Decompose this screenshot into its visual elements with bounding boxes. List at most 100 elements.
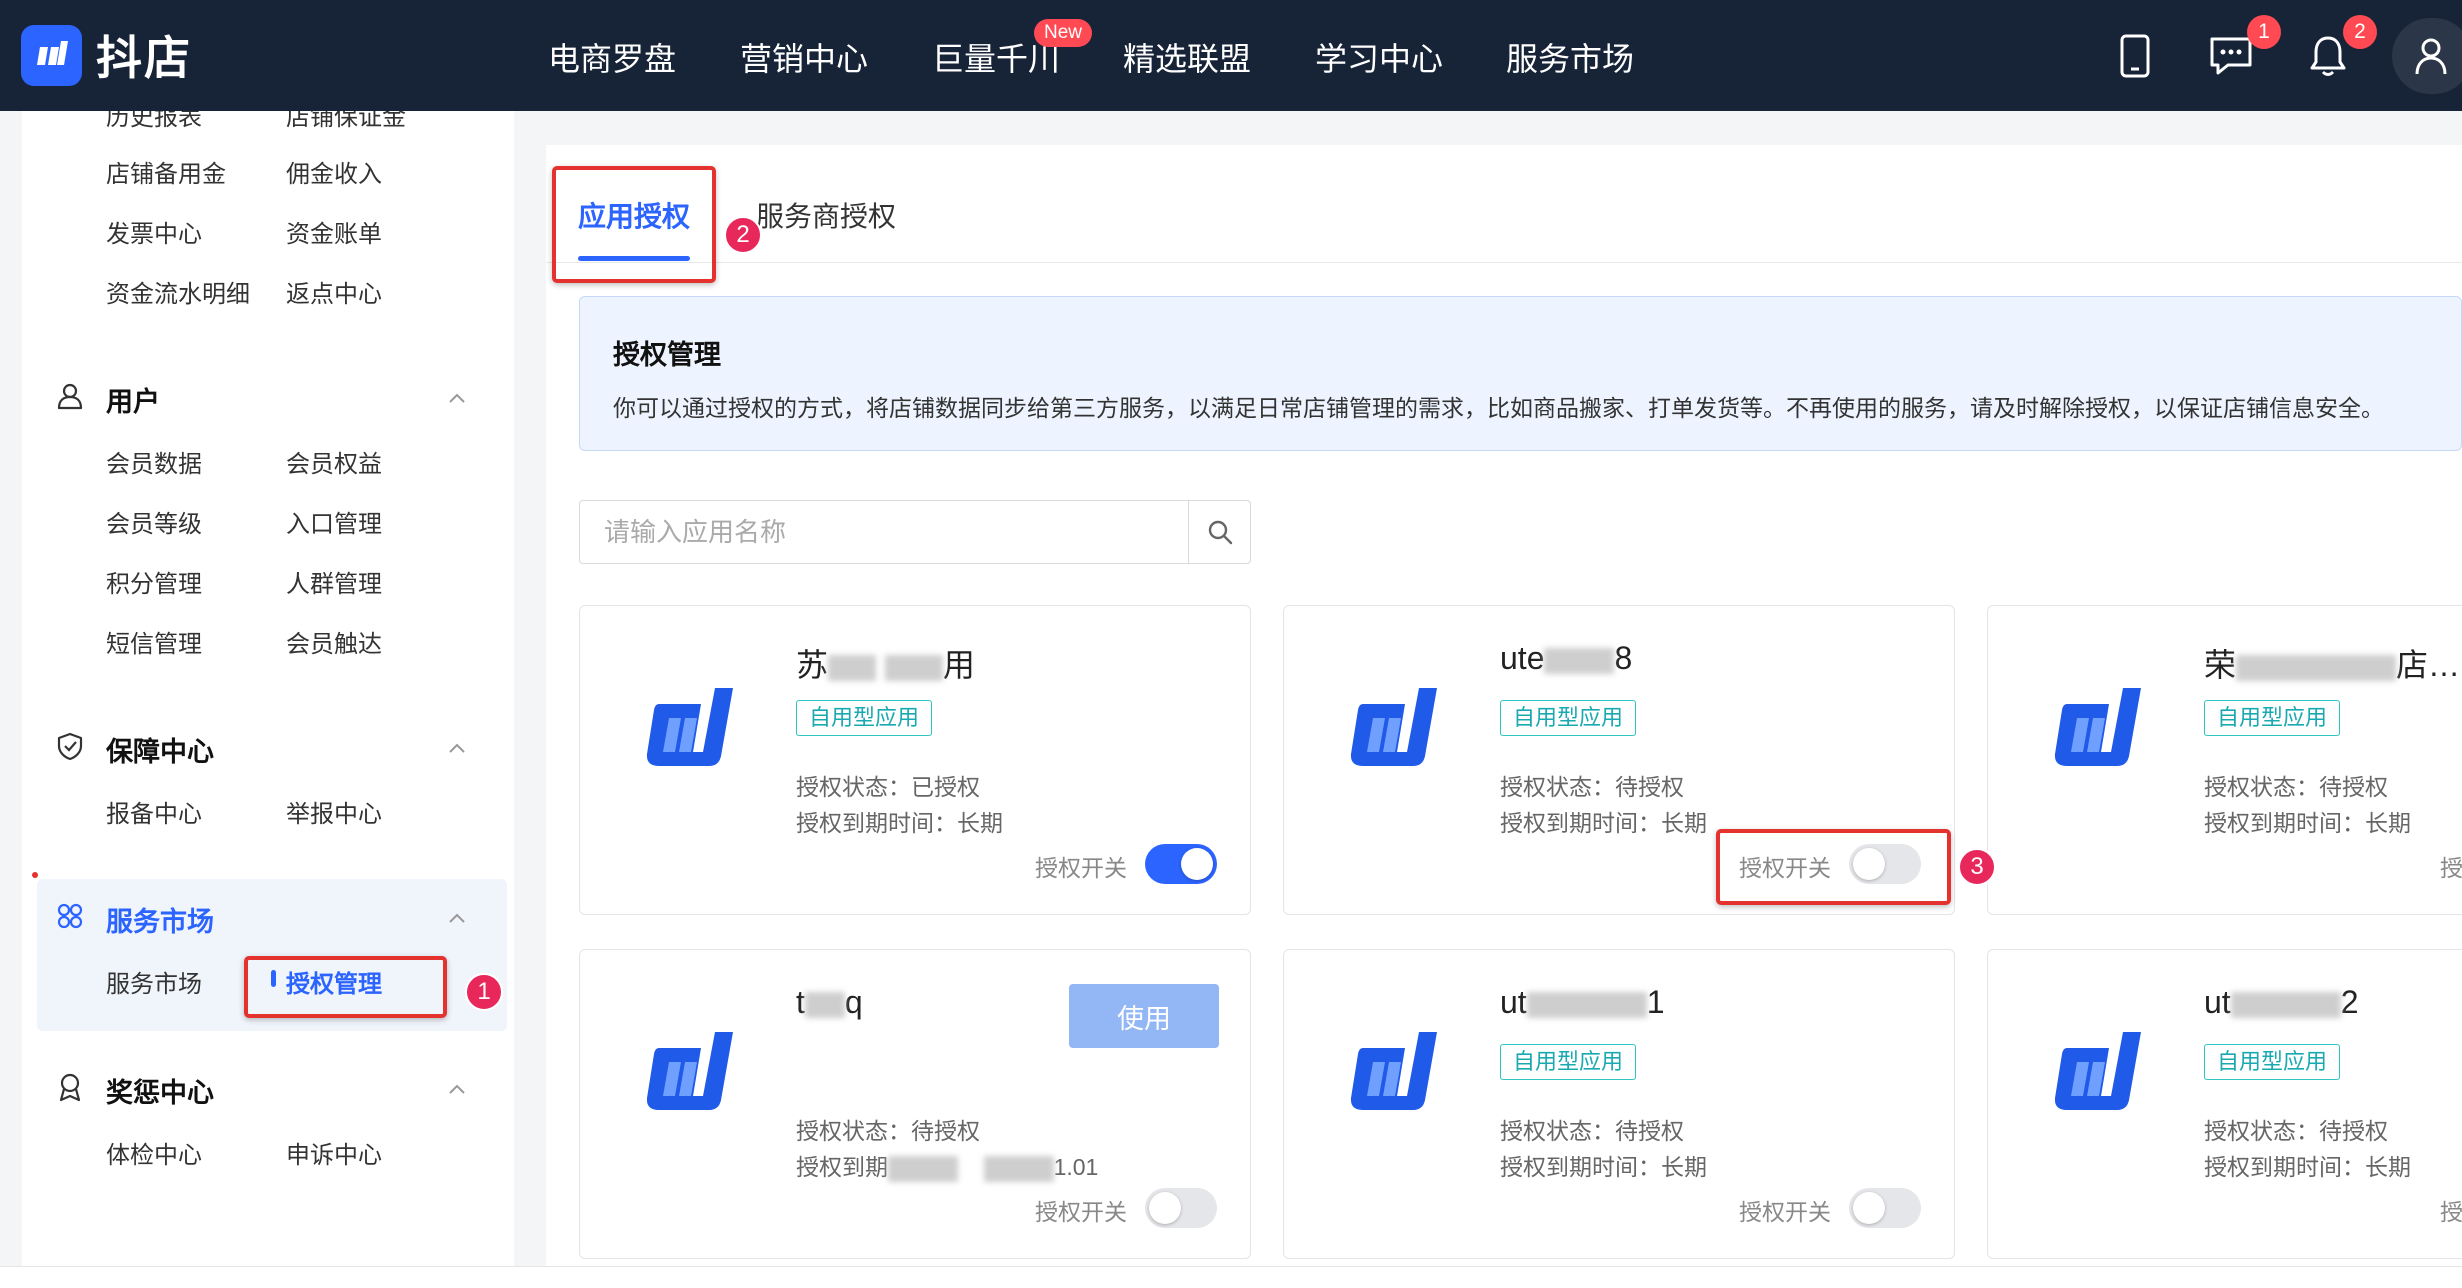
new-badge: New xyxy=(1034,19,1093,47)
sidebar-item-commission-income[interactable]: 佣金收入 xyxy=(286,154,382,189)
app-card: ut 1 自用型应用 授权状态：待授权 授权到期时间：长期 授权开关 xyxy=(1283,949,1955,1259)
chevron-up-icon[interactable] xyxy=(447,912,467,924)
auth-switch-label: 授权开关 xyxy=(1035,1199,1127,1225)
auth-switch-label: 授权开关 xyxy=(1739,1199,1831,1225)
app-name: ut 1 xyxy=(1500,984,1665,1020)
annotation-number-1: 1 xyxy=(465,973,503,1011)
nav-ecommerce-compass[interactable]: 电商罗盘 xyxy=(548,34,676,80)
app-card: 苏 用 自用型应用 授权状态：已授权 授权到期时间：长期 授权开关 xyxy=(579,605,1251,915)
toggle-knob xyxy=(1853,1192,1885,1224)
tab-provider-authorization[interactable]: 服务商授权 xyxy=(756,195,896,235)
nav-learning-center[interactable]: 学习中心 xyxy=(1315,34,1443,80)
user-icon xyxy=(2415,38,2447,75)
nav-selected-alliance[interactable]: 精选联盟 xyxy=(1123,34,1251,80)
top-navbar: 抖店 电商罗盘 营销中心 巨量千川 New 精选联盟 学习中心 服务市场 1 2 xyxy=(0,0,2462,111)
app-root: 抖店 电商罗盘 营销中心 巨量千川 New 精选联盟 学习中心 服务市场 1 2… xyxy=(0,0,2462,1288)
auth-toggle[interactable] xyxy=(1145,1188,1217,1228)
app-name: 苏 用 xyxy=(796,647,975,683)
tabs-divider xyxy=(546,262,2462,263)
auth-status: 授权状态：待授权 xyxy=(796,1118,980,1144)
sidebar-section-service-market[interactable]: 服务市场 xyxy=(106,900,214,939)
app-card: ut 2 自用型应用 授权状态：待授权 授权到期时间：长期 授 xyxy=(1987,949,2462,1259)
toggle-knob xyxy=(1181,848,1213,880)
app-logo-icon xyxy=(1350,1032,1437,1110)
sidebar-item-member-rights[interactable]: 会员权益 xyxy=(286,444,382,479)
app-name: 荣店… xyxy=(2204,647,2461,683)
annotation-box-1 xyxy=(244,956,447,1018)
app-logo-icon xyxy=(645,688,733,766)
user-avatar[interactable] xyxy=(2392,18,2462,94)
annotation-number-3: 3 xyxy=(1958,848,1996,886)
chevron-up-icon[interactable] xyxy=(447,392,467,404)
sidebar-section-reward-penalty[interactable]: 奖惩中心 xyxy=(106,1071,214,1110)
chevron-up-icon[interactable] xyxy=(447,742,467,754)
search-button[interactable] xyxy=(1188,501,1250,563)
auth-toggle[interactable] xyxy=(1145,844,1217,884)
sidebar-item-reserve-fund[interactable]: 店铺备用金 xyxy=(106,154,226,189)
sidebar-item-filing-center[interactable]: 报备中心 xyxy=(106,794,202,829)
info-notice: 授权管理 你可以通过授权的方式，将店铺数据同步给第三方服务，以满足日常店铺管理的… xyxy=(579,296,2462,451)
app-name: ute 8 xyxy=(1500,640,1633,676)
sidebar-item-crowd-management[interactable]: 人群管理 xyxy=(286,564,382,599)
app-type-tag: 自用型应用 xyxy=(1500,1044,1637,1080)
auth-switch-label: 授权开关 xyxy=(1035,855,1127,881)
app-type-tag: 自用型应用 xyxy=(2204,1044,2341,1080)
auth-status: 授权状态：已授权 xyxy=(796,774,980,800)
auth-status: 授权状态：待授权 xyxy=(2204,774,2388,800)
sidebar-item-invoice-center[interactable]: 发票中心 xyxy=(106,214,202,249)
search-input[interactable] xyxy=(580,501,1190,563)
app-type-tag: 自用型应用 xyxy=(2204,700,2341,736)
sidebar-item-rebate-center[interactable]: 返点中心 xyxy=(286,274,382,309)
sidebar-item-points-management[interactable]: 积分管理 xyxy=(106,564,202,599)
sidebar-item-entry-management[interactable]: 入口管理 xyxy=(286,504,382,539)
shield-icon xyxy=(57,732,83,761)
auth-status: 授权状态：待授权 xyxy=(1500,774,1684,800)
sidebar-item-store-deposit[interactable]: 店铺保证金 xyxy=(286,111,406,132)
toggle-knob xyxy=(1149,1192,1181,1224)
sidebar-item-report-center[interactable]: 举报中心 xyxy=(286,794,382,829)
sidebar-item-health-check[interactable]: 体检中心 xyxy=(106,1135,202,1170)
sidebar-item-member-data[interactable]: 会员数据 xyxy=(106,444,202,479)
sidebar-section-guarantee[interactable]: 保障中心 xyxy=(106,730,214,769)
annotation-box-2 xyxy=(552,166,716,283)
auth-toggle[interactable] xyxy=(1849,1188,1921,1228)
brand-name: 抖店 xyxy=(96,32,192,84)
app-logo-icon xyxy=(1350,688,1437,766)
auth-expire: 授权到期时间：长期 xyxy=(1500,1154,1707,1180)
app-logo-icon xyxy=(646,1032,733,1110)
auth-switch-label: 授 xyxy=(2440,1199,2462,1225)
mobile-icon[interactable] xyxy=(2107,28,2163,84)
brand-logo[interactable]: 抖店 xyxy=(21,22,192,88)
chevron-up-icon[interactable] xyxy=(447,1083,467,1095)
auth-switch-label: 授 xyxy=(2440,855,2462,881)
sidebar: 历史报表 店铺保证金 店铺备用金 佣金收入 发票中心 资金账单 资金流水明细 返… xyxy=(22,111,514,1266)
app-name: ut 2 xyxy=(2204,984,2359,1020)
message-count-badge: 1 xyxy=(2247,15,2281,49)
sidebar-item-fund-flow[interactable]: 资金流水明细 xyxy=(106,274,250,309)
notice-title: 授权管理 xyxy=(613,340,721,370)
sidebar-item-fund-bill[interactable]: 资金账单 xyxy=(286,214,382,249)
auth-expire: 授权到期时间：长期 xyxy=(2204,810,2411,836)
bottom-strip xyxy=(0,1266,2462,1288)
sidebar-item-member-level[interactable]: 会员等级 xyxy=(106,504,202,539)
search-icon xyxy=(1208,520,1232,545)
auth-expire: 授权到期时间：长期 xyxy=(1500,810,1707,836)
sidebar-section-user[interactable]: 用户 xyxy=(106,380,160,419)
user-section-icon xyxy=(57,383,83,410)
annotation-number-2: 2 xyxy=(724,216,762,254)
use-button[interactable]: 使用 xyxy=(1069,984,1219,1048)
nav-service-market[interactable]: 服务市场 xyxy=(1506,34,1634,80)
notice-description: 你可以通过授权的方式，将店铺数据同步给第三方服务，以满足日常店铺管理的需求，比如… xyxy=(613,395,2384,421)
sidebar-item-sms-management[interactable]: 短信管理 xyxy=(106,624,202,659)
app-type-tag: 自用型应用 xyxy=(1500,700,1637,736)
app-search-box xyxy=(579,500,1251,564)
sidebar-item-appeal-center[interactable]: 申诉中心 xyxy=(286,1135,382,1170)
auth-expire: 授权到期时间：长期 xyxy=(796,810,1003,836)
indicator-dot xyxy=(32,872,38,878)
sidebar-item-service-market[interactable]: 服务市场 xyxy=(106,964,202,999)
app-logo-icon xyxy=(2054,1032,2141,1110)
auth-expire: 授权到期时间：长期 xyxy=(2204,1154,2411,1180)
sidebar-item-history-report[interactable]: 历史报表 xyxy=(106,111,202,132)
nav-marketing-center[interactable]: 营销中心 xyxy=(740,34,868,80)
sidebar-item-member-reach[interactable]: 会员触达 xyxy=(286,624,382,659)
